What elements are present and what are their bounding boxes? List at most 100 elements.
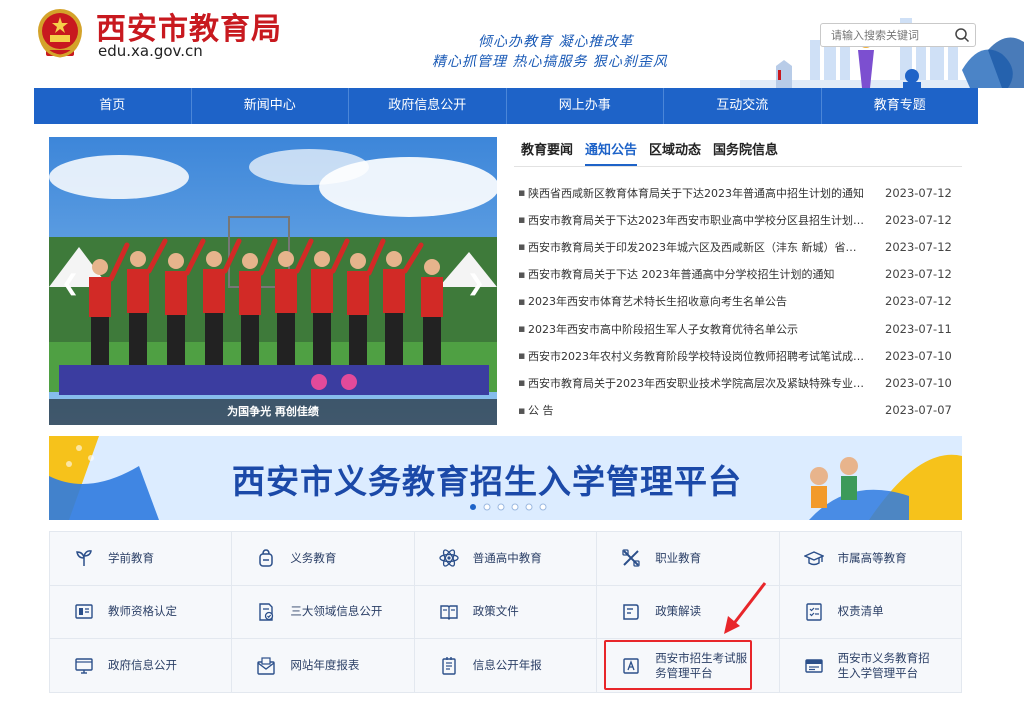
- city-skyline-illustration: [740, 18, 1024, 88]
- list-item[interactable]: ▪ 西安市教育局关于下达 2023年普通高中分学校招生计划的通知 2023-07-1…: [514, 261, 962, 288]
- news-title[interactable]: 西安市教育局关于下达 2023年普通高中分学校招生计划的通知: [526, 266, 866, 282]
- exam-platform-icon: [623, 657, 639, 674]
- bullet-icon: ▪: [518, 322, 526, 336]
- slide-caption[interactable]: 为国争光 再创佳绩: [49, 399, 497, 425]
- news-title[interactable]: 西安市2023年农村义务教育阶段学校特设岗位教师招聘考试笔试成绩公告: [526, 348, 866, 364]
- enrollment-platform-icon: [804, 658, 823, 673]
- graduation-cap-icon: [803, 551, 824, 566]
- news-date: 2023-07-11: [885, 321, 952, 336]
- photo-slider[interactable]: ❮ ❯ 为国争光 再创佳绩: [49, 137, 497, 425]
- service-enrollment-platform[interactable]: 西安市义务教育招生入学管理平台: [779, 639, 962, 693]
- news-title[interactable]: 2023年西安市体育艺术特长生招收意向考生名单公告: [526, 293, 866, 309]
- service-policy-documents[interactable]: 政策文件: [414, 585, 598, 640]
- list-item[interactable]: ▪西安市教育局关于2023年西安职业技术学院高层次及紧缺特殊专业人才招聘的公告 2…: [514, 369, 962, 396]
- slogan-line-1: 倾心办教育 凝心推改革: [478, 34, 634, 50]
- slogan-line-2: 精心抓管理 热心搞服务 狠心刹歪风: [432, 54, 668, 70]
- open-book-icon: [440, 605, 458, 620]
- tab-education-news[interactable]: 教育要闻: [521, 137, 573, 166]
- slider-next-icon[interactable]: ❯: [467, 271, 485, 296]
- bullet-icon: ▪: [518, 349, 526, 363]
- policy-reading-icon: [623, 604, 639, 620]
- news-title[interactable]: 西安市教育局关于2023年西安职业技术学院高层次及紧缺特殊专业人才招聘的公告: [526, 375, 866, 391]
- news-title[interactable]: 公 告: [526, 402, 866, 418]
- national-emblem-icon: [38, 9, 82, 58]
- nav-online-services[interactable]: 网上办事: [507, 88, 664, 124]
- service-label: 义务教育: [290, 550, 337, 565]
- news-date: 2023-07-12: [885, 185, 952, 200]
- nav-news-center[interactable]: 新闻中心: [192, 88, 349, 124]
- list-item[interactable]: ▪ 公 告 2023-07-07: [514, 397, 962, 424]
- slider-prev-icon[interactable]: ❮: [61, 271, 79, 296]
- main-nav: 首页 新闻中心 政府信息公开 网上办事 互动交流 教育专题: [34, 88, 978, 124]
- news-list: ▪ 陕西省西咸新区教育体育局关于下达2023年普通高中招生计划的通知 2023-07…: [514, 179, 962, 424]
- page-root: 西安市教育局 edu.xa.gov.cn 倾心办教育 凝心推改革 精心抓管理 热…: [0, 0, 1024, 703]
- bullet-icon: ▪: [518, 186, 526, 200]
- service-grid: 学前教育 义务教育 普通高中教育 职业教育 市属高等教育 教师资格认定 三大领域…: [49, 531, 962, 693]
- tab-state-council-info[interactable]: 国务院信息: [713, 137, 778, 166]
- nav-interaction[interactable]: 互动交流: [664, 88, 822, 124]
- bullet-icon: ▪: [518, 294, 526, 308]
- bullet-icon: ▪: [518, 403, 526, 417]
- news-date: 2023-07-10: [885, 348, 952, 363]
- news-tabs: 教育要闻 通知公告 区域动态 国务院信息: [514, 137, 962, 167]
- service-label: 政策文件: [472, 604, 519, 619]
- tools-icon: [622, 549, 640, 567]
- service-higher-education[interactable]: 市属高等教育: [779, 532, 962, 586]
- service-annual-website-report[interactable]: 网站年度报表: [232, 639, 415, 693]
- list-item[interactable]: ▪ 西安市2023年农村义务教育阶段学校特设岗位教师招聘考试笔试成绩公告 2023-…: [514, 342, 962, 369]
- tab-regional-news[interactable]: 区域动态: [649, 137, 701, 166]
- atom-icon: [439, 549, 459, 567]
- banner-title[interactable]: 西安市义务教育招生入学管理平台: [232, 455, 742, 503]
- list-item[interactable]: ▪ 陕西省西咸新区教育体育局关于下达2023年普通高中招生计划的通知 2023-07…: [514, 179, 962, 206]
- tab-notices[interactable]: 通知公告: [585, 137, 638, 166]
- service-responsibility-list[interactable]: 权责清单: [779, 585, 962, 640]
- service-policy-interpretation[interactable]: 政策解读: [597, 585, 780, 640]
- news-title[interactable]: 2023年西安市高中阶段招生军人子女教育优待名单公示: [526, 321, 866, 337]
- news-date: 2023-07-12: [885, 267, 952, 282]
- service-label: 信息公开年报: [472, 658, 542, 673]
- news-date: 2023-07-07: [885, 403, 952, 418]
- enrollment-platform-banner[interactable]: 西安市义务教育招生入学管理平台: [49, 436, 962, 520]
- banner-pagination[interactable]: [467, 502, 547, 512]
- search-icon[interactable]: [954, 27, 970, 43]
- nav-home[interactable]: 首页: [34, 88, 192, 124]
- service-info-disclosure-annual-report[interactable]: 信息公开年报: [414, 639, 598, 693]
- bullet-icon: ▪: [518, 376, 526, 390]
- service-label: 市属高等教育: [837, 550, 907, 565]
- list-item[interactable]: ▪ 西安市教育局关于下达2023年西安市职业高中学校分区县招生计划的通知 2023-…: [514, 206, 962, 233]
- service-gov-info-disclosure[interactable]: 政府信息公开: [50, 639, 233, 693]
- service-preschool[interactable]: 学前教育: [50, 532, 233, 586]
- slogan: 倾心办教育 凝心推改革 精心抓管理 热心搞服务 狠心刹歪风: [432, 32, 702, 72]
- nav-education-topics[interactable]: 教育专题: [822, 88, 979, 124]
- checklist-icon: [805, 603, 822, 621]
- teacher-board-icon: [75, 604, 93, 619]
- schoolbag-icon: [259, 549, 274, 568]
- news-title[interactable]: 陕西省西咸新区教育体育局关于下达2023年普通高中招生计划的通知: [526, 185, 866, 201]
- service-label: 网站年度报表: [290, 658, 360, 673]
- news-date: 2023-07-10: [885, 375, 952, 390]
- bullet-icon: ▪: [518, 240, 526, 254]
- search-input[interactable]: [821, 24, 949, 47]
- list-item[interactable]: ▪西安市教育局关于印发2023年城六区及西咸新区（沣东 新城）省级示范高中指标生…: [514, 233, 962, 260]
- service-label: 学前教育: [108, 550, 154, 565]
- nav-gov-info[interactable]: 政府信息公开: [349, 88, 507, 124]
- news-title[interactable]: 西安市教育局关于下达2023年西安市职业高中学校分区县招生计划的通知: [526, 212, 866, 228]
- service-label: 普通高中教育: [472, 550, 542, 565]
- news-panel: 教育要闻 通知公告 区域动态 国务院信息 ▪ 陕西省西咸新区教育体育局关于下达20…: [514, 137, 962, 425]
- service-label: 西安市招生考试服务管理平台: [655, 650, 748, 680]
- news-date: 2023-07-12: [885, 239, 952, 254]
- list-item[interactable]: ▪ 2023年西安市高中阶段招生军人子女教育优待名单公示 2023-07-11: [514, 315, 962, 342]
- service-high-school[interactable]: 普通高中教育: [414, 532, 598, 586]
- service-teacher-qualification[interactable]: 教师资格认定: [50, 585, 233, 640]
- service-label: 权责清单: [837, 604, 884, 619]
- news-title[interactable]: 西安市教育局关于印发2023年城六区及西咸新区（沣东 新城）省级示范高中指标生分…: [526, 239, 866, 255]
- list-item[interactable]: ▪ 2023年西安市体育艺术特长生招收意向考生名单公告 2023-07-12: [514, 288, 962, 315]
- service-exam-platform[interactable]: 西安市招生考试服务管理平台: [597, 639, 780, 693]
- service-label: 职业教育: [655, 550, 702, 565]
- service-label: 教师资格认定: [108, 604, 177, 619]
- site-domain: edu.xa.gov.cn: [98, 42, 203, 60]
- sprout-icon: [76, 550, 92, 567]
- service-vocational[interactable]: 职业教育: [597, 532, 780, 586]
- service-three-fields-info[interactable]: 三大领域信息公开: [232, 585, 415, 640]
- service-compulsory[interactable]: 义务教育: [232, 532, 415, 586]
